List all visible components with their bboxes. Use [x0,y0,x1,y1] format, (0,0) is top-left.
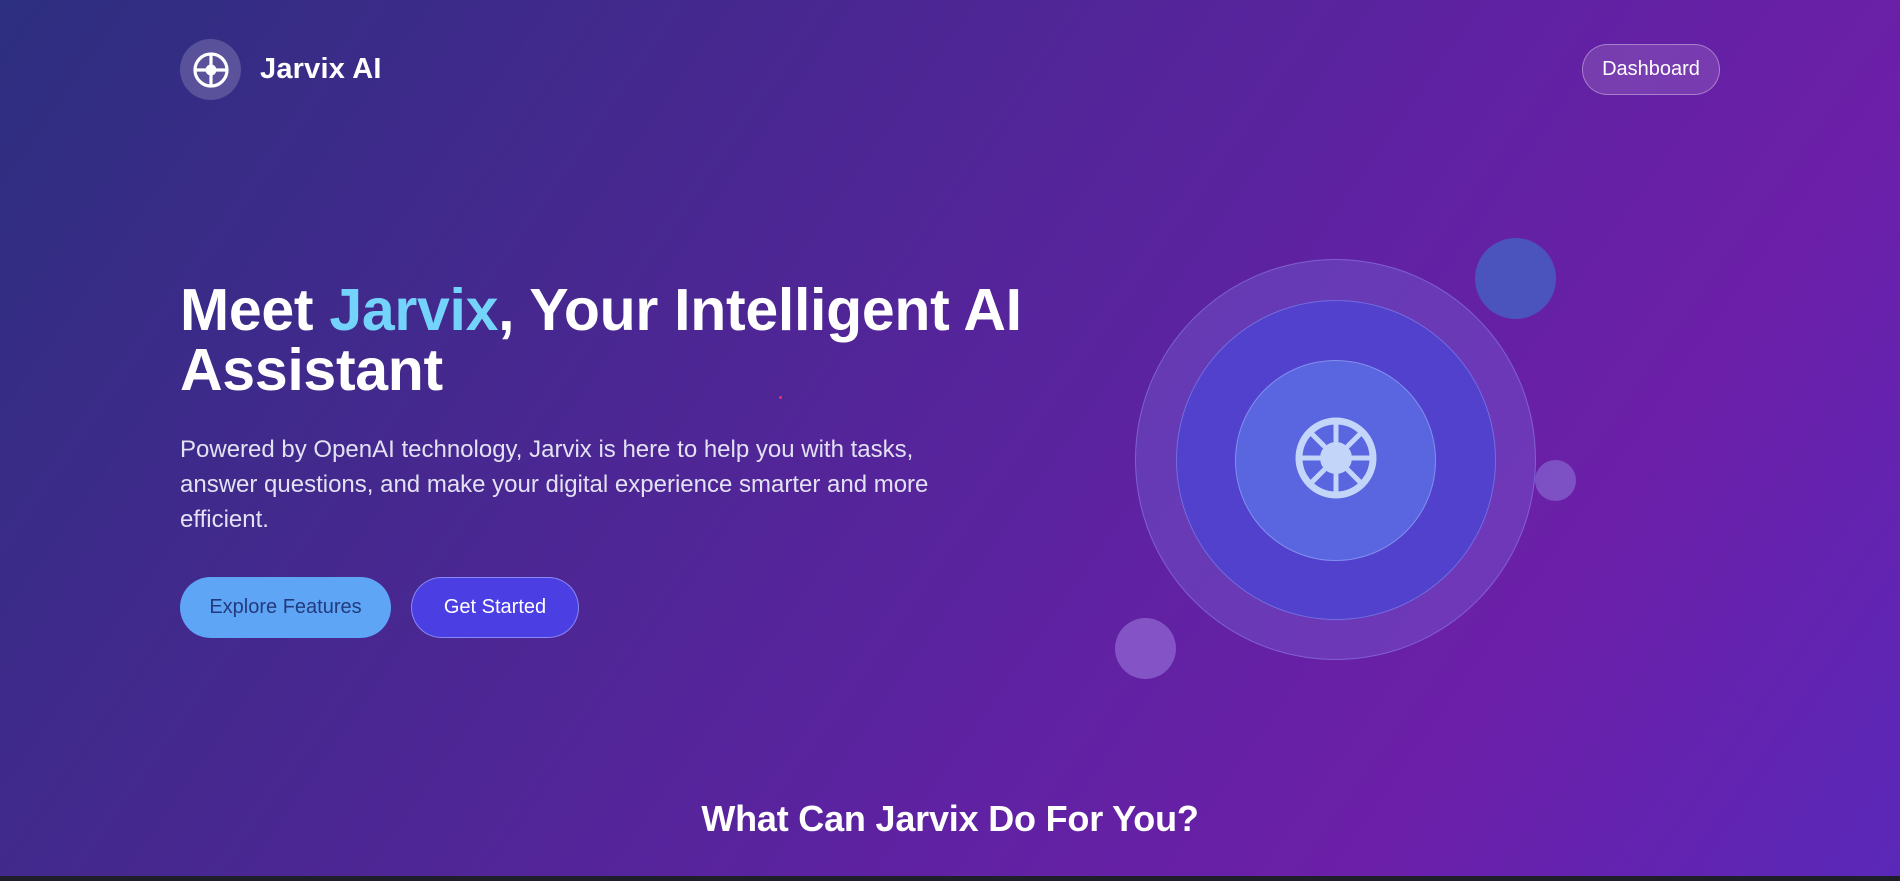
decorative-bubble [1475,238,1556,319]
decorative-bubble [1115,618,1176,679]
orb-inner-ring [1235,360,1436,561]
helm-wheel-icon [1293,415,1379,506]
hero-title: Meet Jarvix, Your Intelligent AI Assista… [180,280,1040,400]
crosshair-icon [180,39,241,100]
bottom-edge [0,876,1900,881]
decorative-bubble [1535,460,1576,501]
explore-features-button[interactable]: Explore Features [180,577,391,638]
get-started-button[interactable]: Get Started [411,577,579,638]
dashboard-button[interactable]: Dashboard [1582,44,1720,95]
hero-description: Powered by OpenAI technology, Jarvix is … [180,436,929,533]
hero-title-prefix: Meet [180,277,330,343]
cursor-dot [779,396,782,399]
hero-title-highlight: Jarvix [329,277,499,343]
brand[interactable]: Jarvix AI [180,39,382,100]
brand-name: Jarvix AI [260,53,382,85]
features-heading: What Can Jarvix Do For You? [701,798,1199,839]
